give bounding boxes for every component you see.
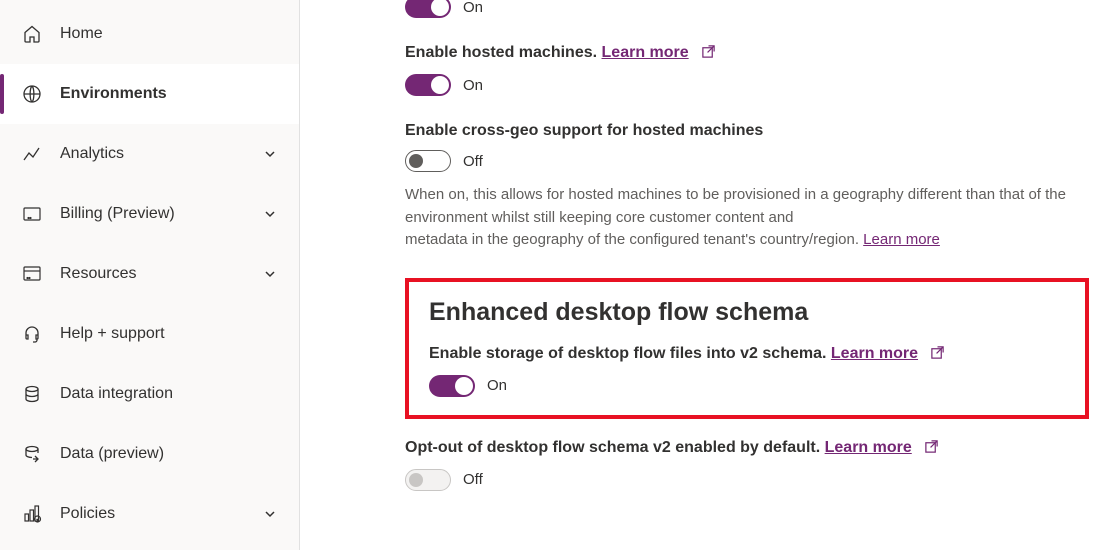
data-preview-icon xyxy=(22,444,42,464)
external-link-icon xyxy=(930,345,945,365)
toggle-state-label: On xyxy=(463,0,483,16)
toggle-enable-v2-schema[interactable] xyxy=(429,375,475,397)
chevron-down-icon xyxy=(263,207,277,221)
sidebar-item-label: Billing (Preview) xyxy=(60,205,263,223)
sidebar-item-label: Home xyxy=(60,25,277,43)
chevron-down-icon xyxy=(263,147,277,161)
setting-label-opt-out: Opt-out of desktop flow schema v2 enable… xyxy=(405,439,820,456)
learn-more-link[interactable]: Learn more xyxy=(863,231,940,248)
setting-label-hosted-machines: Enable hosted machines. xyxy=(405,44,597,61)
chevron-down-icon xyxy=(263,267,277,281)
toggle-unknown-top[interactable] xyxy=(405,0,451,18)
learn-more-link[interactable]: Learn more xyxy=(825,439,912,456)
sidebar-item-data-preview[interactable]: Data (preview) xyxy=(0,424,299,484)
toggle-state-label: Off xyxy=(463,153,483,170)
toggle-hosted-machines[interactable] xyxy=(405,74,451,96)
billing-icon xyxy=(22,204,42,224)
sidebar-item-policies[interactable]: Policies xyxy=(0,484,299,544)
data-integration-icon xyxy=(22,384,42,404)
headset-icon xyxy=(22,324,42,344)
policies-icon xyxy=(22,504,42,524)
globe-icon xyxy=(22,84,42,104)
sidebar: Home Environments Analytics Billing (Pre… xyxy=(0,0,300,550)
enhanced-desktop-flow-schema-section: Enhanced desktop flow schema Enable stor… xyxy=(405,278,1089,419)
external-link-icon xyxy=(924,439,939,459)
sidebar-item-data-integration[interactable]: Data integration xyxy=(0,364,299,424)
toggle-state-label: On xyxy=(463,77,483,94)
sidebar-item-home[interactable]: Home xyxy=(0,4,299,64)
learn-more-link[interactable]: Learn more xyxy=(831,345,918,362)
sidebar-item-label: Help + support xyxy=(60,325,277,343)
resources-icon xyxy=(22,264,42,284)
setting-label-enable-v2: Enable storage of desktop flow files int… xyxy=(429,345,826,362)
section-title: Enhanced desktop flow schema xyxy=(429,298,1065,327)
sidebar-item-label: Resources xyxy=(60,265,263,283)
sidebar-item-environments[interactable]: Environments xyxy=(0,64,299,124)
toggle-cross-geo[interactable] xyxy=(405,150,451,172)
sidebar-item-label: Analytics xyxy=(60,145,263,163)
setting-label-cross-geo: Enable cross-geo support for hosted mach… xyxy=(405,122,763,139)
chevron-down-icon xyxy=(263,507,277,521)
toggle-opt-out xyxy=(405,469,451,491)
sidebar-item-label: Environments xyxy=(60,85,277,103)
sidebar-item-label: Data (preview) xyxy=(60,445,277,463)
cross-geo-help-text: When on, this allows for hosted machines… xyxy=(405,184,1119,252)
sidebar-item-label: Data integration xyxy=(60,385,277,403)
sidebar-item-resources[interactable]: Resources xyxy=(0,244,299,304)
analytics-icon xyxy=(22,144,42,164)
external-link-icon xyxy=(701,44,716,64)
toggle-state-label: On xyxy=(487,377,507,394)
main-content: On Enable hosted machines. Learn more On… xyxy=(300,0,1119,550)
sidebar-item-billing[interactable]: Billing (Preview) xyxy=(0,184,299,244)
sidebar-item-analytics[interactable]: Analytics xyxy=(0,124,299,184)
sidebar-item-help-support[interactable]: Help + support xyxy=(0,304,299,364)
toggle-state-label: Off xyxy=(463,471,483,488)
home-icon xyxy=(22,24,42,44)
sidebar-item-label: Policies xyxy=(60,505,263,523)
learn-more-link[interactable]: Learn more xyxy=(602,44,689,61)
